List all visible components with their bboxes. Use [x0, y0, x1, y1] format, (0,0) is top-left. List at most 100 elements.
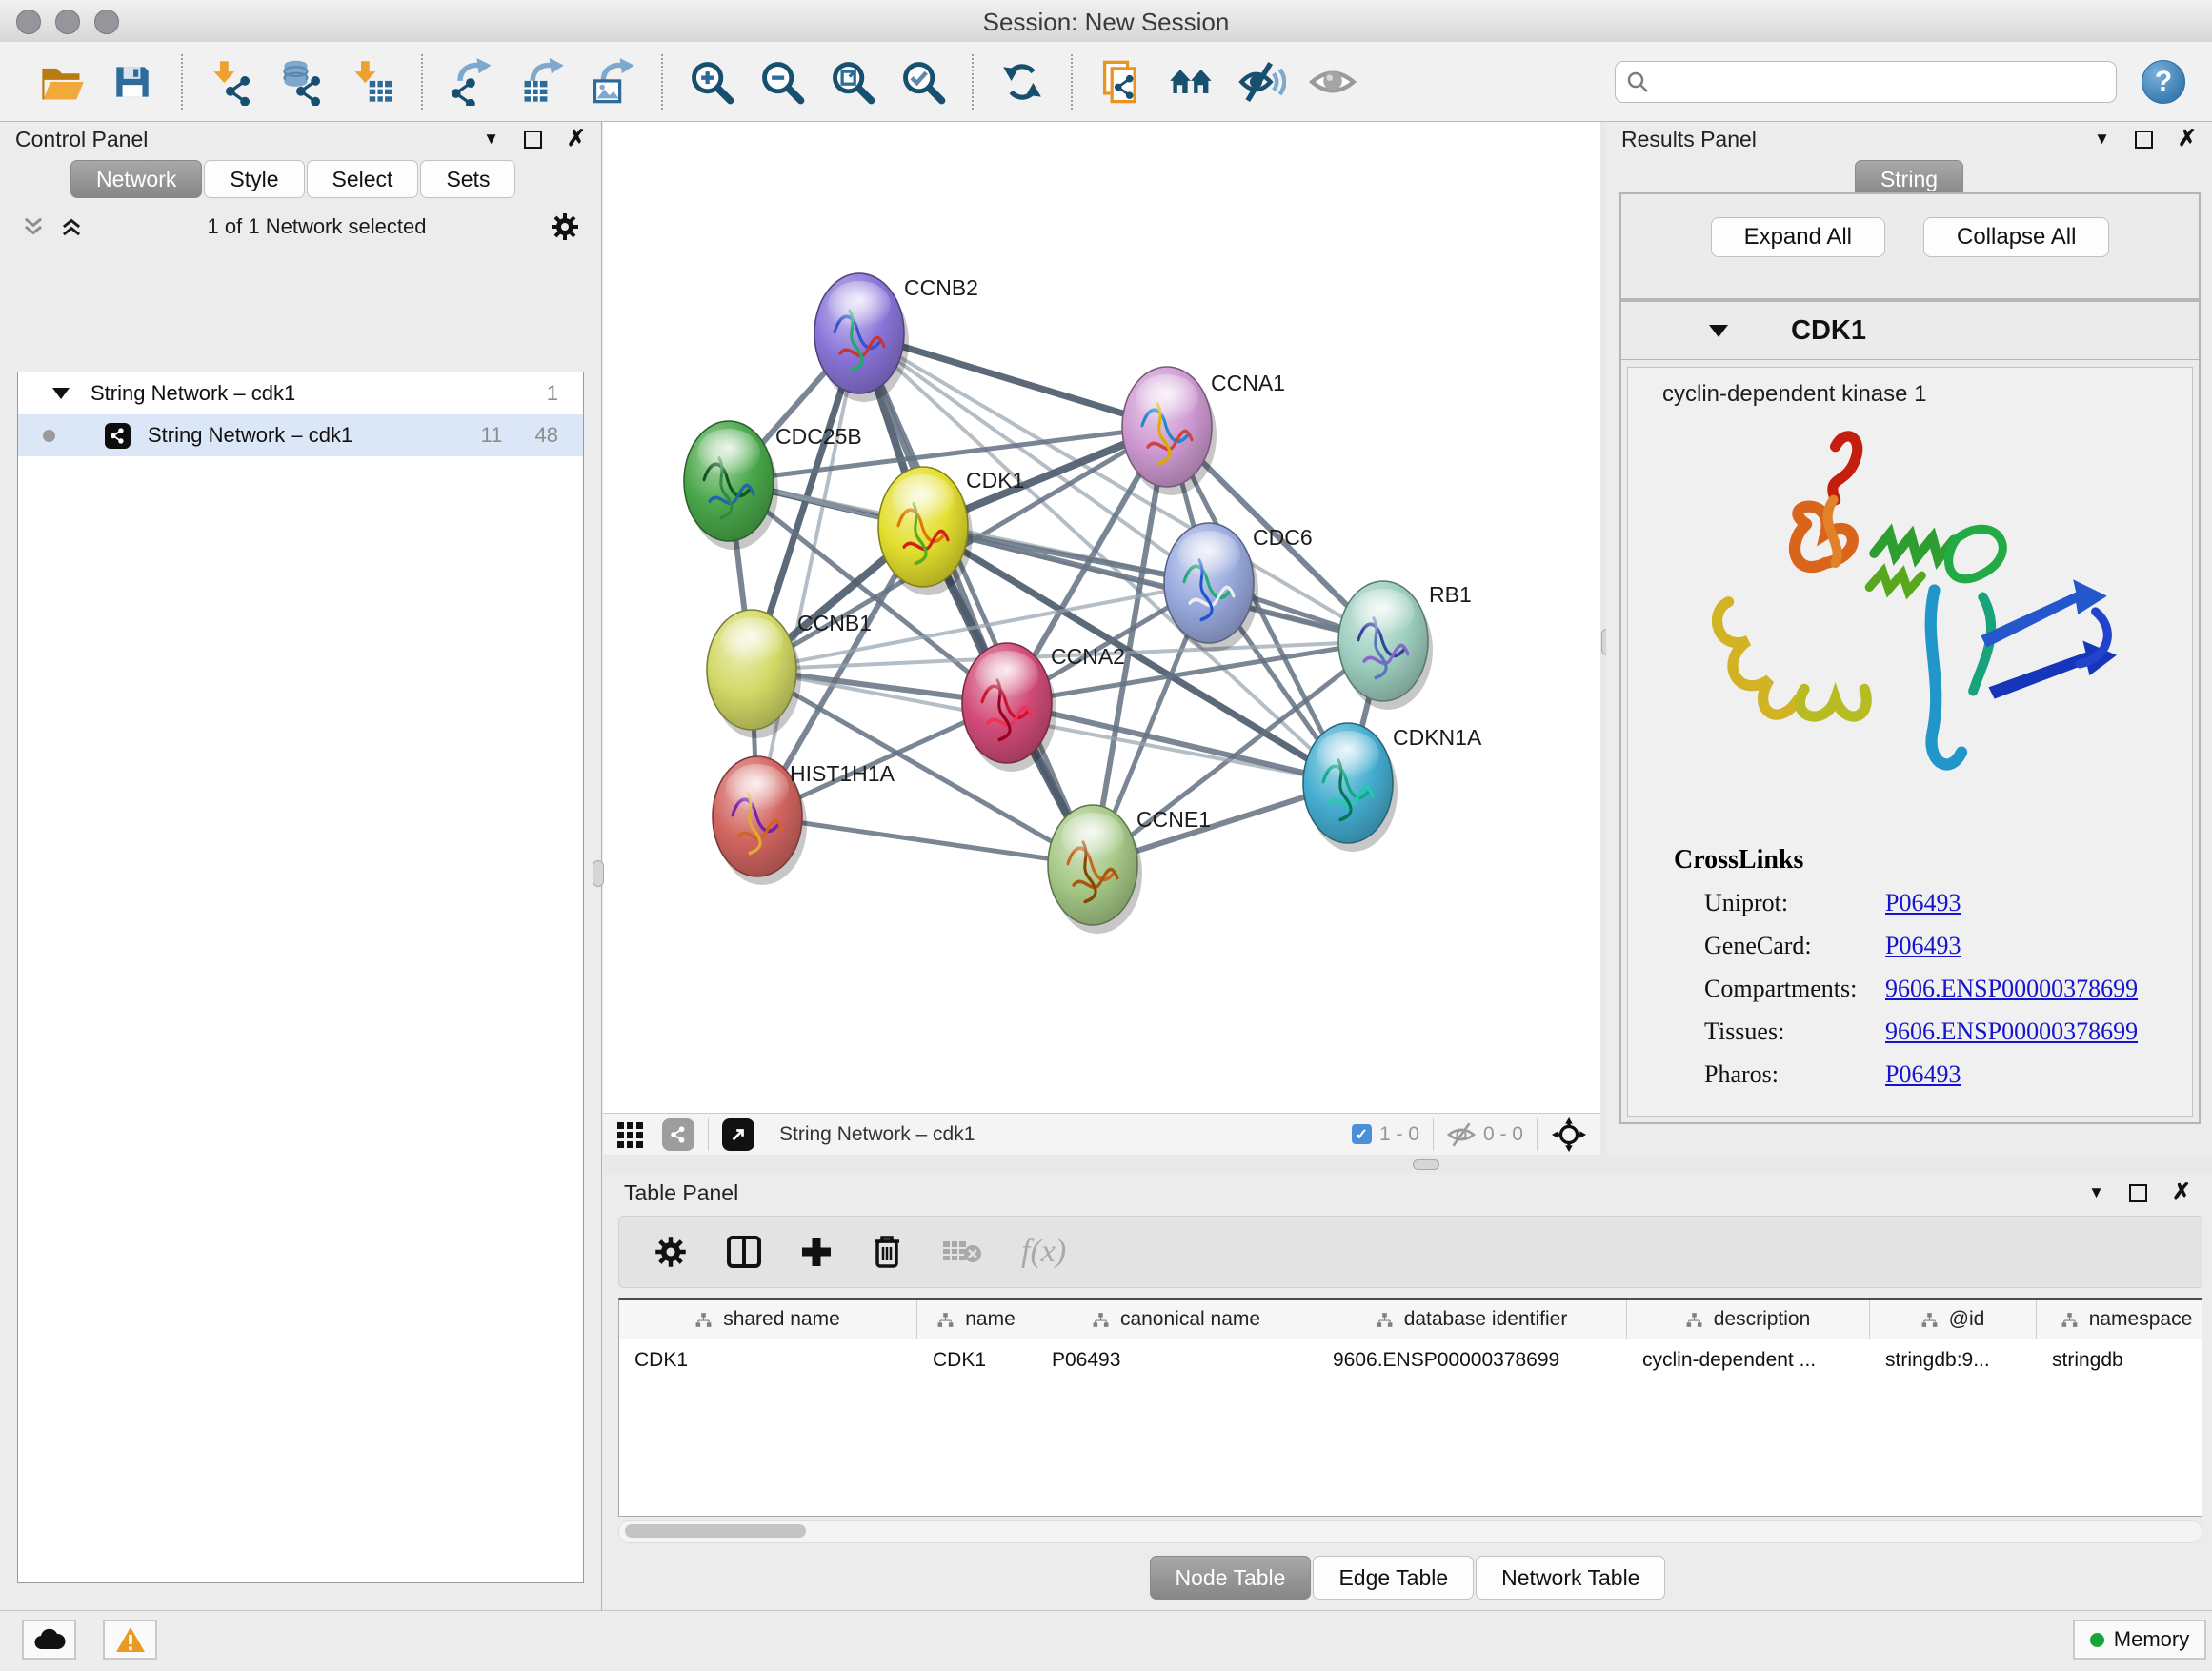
zoom-fit-button[interactable] — [825, 51, 880, 112]
show-all-button[interactable] — [1305, 51, 1360, 112]
network-view-title: String Network – cdk1 — [779, 1123, 975, 1146]
clone-network-button[interactable] — [1094, 51, 1149, 112]
network-collection-row[interactable]: String Network – cdk1 1 — [18, 372, 583, 414]
table-cell[interactable]: CDK1 — [917, 1339, 1036, 1381]
panel-menu-icon[interactable]: ▼ — [483, 130, 499, 149]
expand-all-icon[interactable] — [59, 214, 84, 239]
table-options-button[interactable] — [654, 1235, 688, 1269]
tab-style[interactable]: Style — [204, 160, 304, 198]
close-panel-icon[interactable]: ✗ — [2178, 128, 2197, 151]
column-header-name[interactable]: name — [917, 1300, 1036, 1339]
add-column-button[interactable] — [800, 1236, 833, 1268]
close-panel-icon[interactable]: ✗ — [2172, 1181, 2191, 1204]
selected-checkbox-icon[interactable] — [1352, 1124, 1372, 1144]
entry-collapse-icon[interactable] — [1709, 325, 1728, 337]
collection-expand-icon[interactable] — [52, 388, 70, 399]
show-columns-button[interactable] — [726, 1235, 762, 1269]
collapse-all-button[interactable]: Collapse All — [1923, 217, 2109, 257]
expand-all-button[interactable]: Expand All — [1711, 217, 1885, 257]
import-network-button[interactable] — [204, 51, 259, 112]
graph-node-ccna1[interactable] — [1122, 367, 1212, 487]
graph-node-cdkn1a[interactable] — [1303, 723, 1393, 843]
cloud-icon — [33, 1628, 66, 1651]
export-table-button[interactable] — [514, 51, 570, 112]
tab-network[interactable]: Network — [70, 160, 202, 198]
float-panel-icon[interactable] — [2135, 131, 2153, 149]
table-cell[interactable]: P06493 — [1036, 1339, 1317, 1381]
tab-node-table[interactable]: Node Table — [1150, 1556, 1312, 1600]
table-cell[interactable]: CDK1 — [619, 1339, 917, 1381]
graph-node-cdc6[interactable] — [1164, 523, 1254, 643]
zoom-selected-button[interactable] — [895, 51, 951, 112]
splitter-handle[interactable] — [593, 860, 604, 887]
graph-node-rb1[interactable] — [1338, 581, 1428, 701]
column-header-namespace[interactable]: namespace — [2037, 1300, 2202, 1339]
splitter-handle[interactable] — [1413, 1159, 1439, 1170]
float-panel-icon[interactable] — [524, 131, 542, 149]
warnings-button[interactable] — [103, 1620, 157, 1660]
zoom-out-button[interactable] — [754, 51, 810, 112]
tab-network-table[interactable]: Network Table — [1476, 1556, 1665, 1600]
table-cell[interactable]: 9606.ENSP00000378699 — [1317, 1339, 1627, 1381]
tab-select[interactable]: Select — [307, 160, 419, 198]
collapse-all-icon[interactable] — [21, 214, 46, 239]
birdseye-grid-icon[interactable] — [616, 1120, 645, 1149]
crosslink-link[interactable]: 9606.ENSP00000378699 — [1885, 1017, 2138, 1046]
column-header-canonical-name[interactable]: canonical name — [1036, 1300, 1317, 1339]
tab-edge-table[interactable]: Edge Table — [1313, 1556, 1474, 1600]
float-panel-icon[interactable] — [2129, 1184, 2147, 1202]
crosshair-icon[interactable] — [1551, 1117, 1587, 1153]
memory-button[interactable]: Memory — [2073, 1620, 2206, 1660]
crosslink-link[interactable]: P06493 — [1885, 889, 1961, 917]
apply-layout-button[interactable] — [995, 51, 1050, 112]
table-horizontal-scrollbar[interactable] — [618, 1520, 2202, 1543]
hide-selected-button[interactable] — [1235, 51, 1290, 112]
entry-header[interactable]: CDK1 — [1621, 302, 2199, 360]
close-panel-icon[interactable]: ✗ — [567, 128, 586, 151]
crosslink-link[interactable]: P06493 — [1885, 1060, 1961, 1089]
table-cell[interactable]: stringdb — [2037, 1339, 2202, 1381]
gear-icon[interactable] — [550, 211, 580, 242]
help-button[interactable]: ? — [2142, 60, 2185, 104]
graph-node-hist1h1a[interactable] — [713, 756, 802, 876]
column-header-shared-name[interactable]: shared name — [619, 1300, 917, 1339]
tab-sets[interactable]: Sets — [420, 160, 515, 198]
export-network-button[interactable] — [444, 51, 499, 112]
table-cell[interactable]: cyclin-dependent ... — [1627, 1339, 1870, 1381]
scrollbar-thumb[interactable] — [625, 1524, 806, 1538]
graph-node-ccne1[interactable] — [1048, 805, 1137, 925]
graph-node-ccna2[interactable] — [962, 643, 1052, 763]
table-cell[interactable]: stringdb:9... — [1870, 1339, 2037, 1381]
panel-splitter-horizontal[interactable] — [603, 1155, 2212, 1174]
delete-table-button[interactable] — [941, 1238, 983, 1266]
import-table-button[interactable] — [345, 51, 400, 112]
graph-node-cdc25b[interactable] — [684, 421, 774, 541]
open-in-window-icon[interactable] — [722, 1118, 754, 1151]
crosslink-link[interactable]: 9606.ENSP00000378699 — [1885, 975, 2138, 1003]
column-header--id[interactable]: @id — [1870, 1300, 2037, 1339]
graph-node-ccnb2[interactable] — [814, 273, 904, 393]
import-network-from-database-button[interactable] — [274, 51, 330, 112]
export-image-button[interactable] — [585, 51, 640, 112]
entry-description: cyclin-dependent kinase 1 — [1628, 368, 2192, 408]
panel-menu-icon[interactable]: ▼ — [2088, 1183, 2104, 1202]
column-header-description[interactable]: description — [1627, 1300, 1870, 1339]
open-session-button[interactable] — [34, 51, 90, 112]
network-share-icon[interactable] — [662, 1118, 694, 1151]
delete-column-button[interactable] — [871, 1234, 903, 1270]
table-row[interactable]: CDK1CDK1P064939606.ENSP00000378699cyclin… — [619, 1339, 2202, 1381]
graph-node-cdk1[interactable] — [878, 467, 968, 587]
save-session-button[interactable] — [105, 51, 160, 112]
cloud-status-button[interactable] — [22, 1620, 76, 1660]
network-row[interactable]: String Network – cdk1 11 48 — [18, 414, 583, 456]
network-graph[interactable]: CCNB2CCNA1CDC25BCDK1CDC6RB1CCNB1CCNA2CDK… — [603, 122, 1600, 1113]
zoom-in-button[interactable] — [684, 51, 739, 112]
column-header-database-identifier[interactable]: database identifier — [1317, 1300, 1627, 1339]
string-home-button[interactable] — [1164, 51, 1219, 112]
graph-node-ccnb1[interactable] — [707, 610, 796, 730]
crosslink-link[interactable]: P06493 — [1885, 932, 1961, 960]
function-builder-button[interactable]: f(x) — [1021, 1234, 1066, 1270]
zoom-in-icon — [688, 58, 735, 106]
search-input[interactable] — [1650, 69, 2106, 95]
panel-menu-icon[interactable]: ▼ — [2094, 130, 2110, 149]
